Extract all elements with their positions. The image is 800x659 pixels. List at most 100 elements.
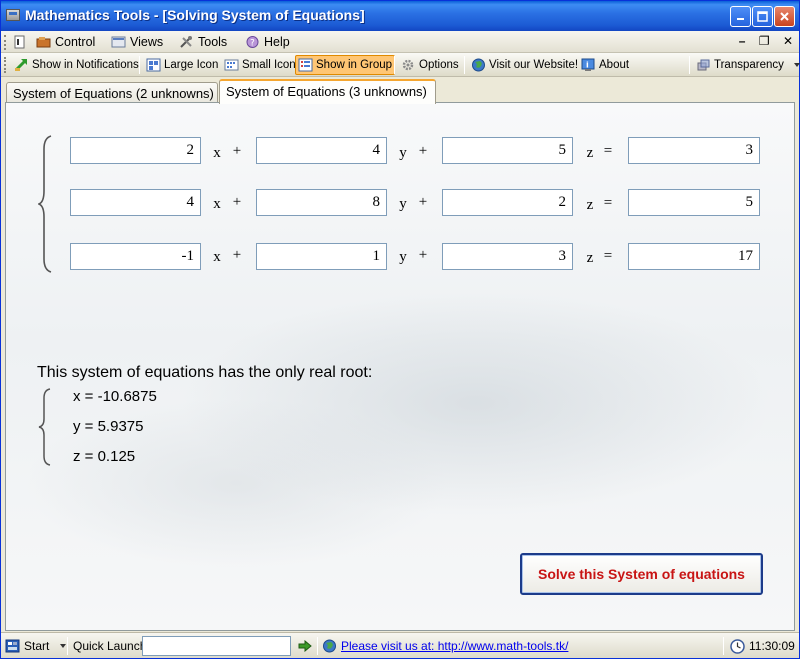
tab-three-unknowns[interactable]: System of Equations (3 unknowns): [219, 79, 436, 104]
toolbar-separator: [139, 56, 140, 74]
mdi-minimize-button[interactable]: –: [739, 34, 746, 48]
large-icon-icon: [146, 58, 161, 72]
plus-sign: +: [232, 247, 242, 263]
go-button[interactable]: [298, 637, 312, 655]
var-z-label: z: [586, 145, 594, 161]
var-y-label: y: [399, 249, 407, 265]
clock: 11:30:09: [730, 637, 795, 655]
close-button[interactable]: [774, 6, 795, 27]
coef-row2-z[interactable]: [442, 189, 573, 216]
minimize-button[interactable]: [730, 6, 751, 27]
transparency-dropdown[interactable]: Transparency: [694, 55, 800, 75]
mdi-restore-button[interactable]: ❐: [759, 34, 770, 48]
maximize-icon: [757, 11, 768, 22]
equations-panel: x + y + z = x + y + z = x + y + z = This…: [5, 102, 795, 631]
start-button[interactable]: Start: [5, 637, 67, 655]
const-row3[interactable]: [628, 243, 760, 270]
plus-sign: +: [232, 194, 242, 210]
coef-row3-y[interactable]: [256, 243, 387, 270]
solve-button[interactable]: Solve this System of equations: [520, 553, 763, 595]
const-row1[interactable]: [628, 137, 760, 164]
mdi-close-button[interactable]: ✕: [783, 34, 793, 48]
menu-views[interactable]: Views: [111, 33, 163, 51]
quick-launch-input[interactable]: [142, 636, 291, 656]
coef-row3-z[interactable]: [442, 243, 573, 270]
menu-help[interactable]: ? Help: [245, 33, 290, 51]
chevron-down-icon: [793, 63, 800, 67]
mdi-controls: – ❐ ✕: [729, 34, 793, 48]
root-y-value: y = 5.9375: [73, 418, 144, 435]
menu-grip[interactable]: [4, 35, 7, 50]
plus-sign: +: [418, 194, 428, 210]
coef-row2-y[interactable]: [256, 189, 387, 216]
system-menu-icon[interactable]: [12, 33, 27, 51]
tab-strip: System of Equations (2 unknowns) System …: [1, 77, 799, 104]
const-row2[interactable]: [628, 189, 760, 216]
equals-sign: =: [603, 143, 613, 159]
small-icon-button[interactable]: Small Icon: [222, 55, 298, 75]
status-separator: [317, 637, 318, 655]
result-brace-icon: [38, 388, 51, 466]
var-y-label: y: [399, 196, 407, 212]
notifications-arrow-icon: [15, 58, 28, 71]
menu-bar: Control Views Tools ? Help – ❐ ✕: [1, 31, 799, 53]
svg-text:i: i: [586, 61, 589, 70]
coef-row2-x[interactable]: [70, 189, 201, 216]
var-x-label: x: [213, 196, 221, 212]
toolbar-separator: [394, 56, 395, 74]
close-icon: [780, 12, 789, 21]
title-bar[interactable]: Mathematics Tools - [Solving System of E…: [1, 1, 799, 31]
system-brace-icon: [38, 135, 52, 273]
about-button[interactable]: i About: [579, 55, 631, 75]
info-icon: i: [581, 58, 595, 71]
start-icon: [5, 639, 20, 653]
var-x-label: x: [213, 145, 221, 161]
tools-icon: [180, 36, 192, 48]
status-bar: Start Quick Launch Please visit us at: h…: [1, 632, 799, 658]
globe-icon: [472, 58, 485, 72]
var-z-label: z: [586, 250, 594, 266]
maximize-button[interactable]: [752, 6, 773, 27]
coef-row1-z[interactable]: [442, 137, 573, 164]
options-button[interactable]: Options: [399, 55, 461, 75]
result-caption: This system of equations has the only re…: [37, 364, 373, 381]
app-window: Mathematics Tools - [Solving System of E…: [0, 0, 800, 659]
clock-icon: [730, 638, 745, 654]
show-in-group-button[interactable]: Show in Group: [295, 55, 396, 75]
equals-sign: =: [603, 195, 613, 211]
gear-icon: [402, 59, 414, 71]
var-x-label: x: [213, 249, 221, 265]
var-z-label: z: [586, 197, 594, 213]
toolbar-separator: [689, 56, 690, 74]
tab-two-unknowns[interactable]: System of Equations (2 unknowns): [6, 82, 218, 104]
coef-row1-x[interactable]: [70, 137, 201, 164]
coef-row1-y[interactable]: [256, 137, 387, 164]
plus-sign: +: [418, 143, 428, 159]
root-z-value: z = 0.125: [73, 448, 136, 465]
document-icon: [14, 35, 25, 49]
equals-sign: =: [603, 248, 613, 264]
quick-launch-label: Quick Launch: [73, 639, 147, 653]
window-title: Mathematics Tools - [Solving System of E…: [25, 7, 365, 23]
coef-row3-x[interactable]: [70, 243, 201, 270]
root-x-value: x = -10.6875: [73, 388, 157, 405]
toolbar-separator: [464, 56, 465, 74]
globe-icon: [323, 639, 336, 653]
svg-text:?: ?: [250, 39, 255, 49]
control-icon: [36, 37, 51, 48]
minimize-icon: [737, 18, 744, 20]
visit-website-button[interactable]: Visit our Website!: [469, 55, 580, 75]
toolbar: Show in Notifications Large Icon Small I…: [1, 53, 800, 77]
large-icon-button[interactable]: Large Icon: [144, 55, 220, 75]
menu-tools[interactable]: Tools: [179, 33, 227, 51]
website-link[interactable]: Please visit us at: http://www.math-tool…: [341, 639, 568, 653]
views-icon: [111, 36, 126, 48]
toolbar-grip[interactable]: [4, 57, 7, 73]
plus-sign: +: [418, 247, 428, 263]
menu-control[interactable]: Control: [36, 33, 95, 51]
plus-sign: +: [232, 143, 242, 159]
help-icon: ?: [246, 36, 259, 49]
show-in-notifications-button[interactable]: Show in Notifications: [12, 55, 141, 75]
var-y-label: y: [399, 145, 407, 161]
status-separator: [723, 637, 724, 655]
